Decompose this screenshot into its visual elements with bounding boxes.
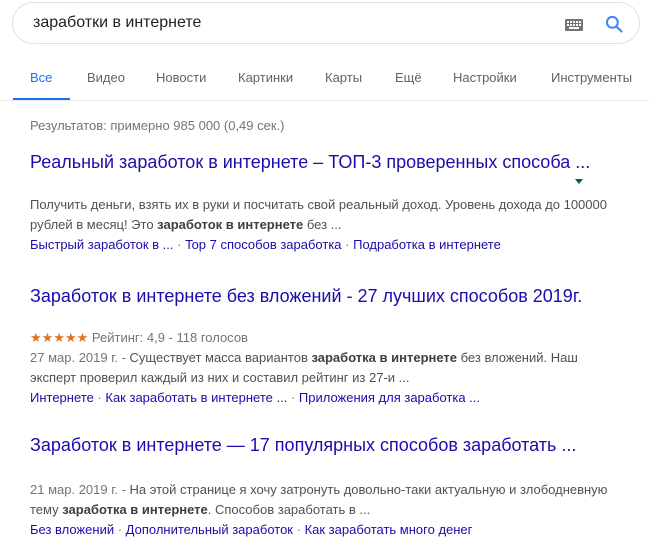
tab-tools[interactable]: Инструменты [551, 70, 632, 85]
dropdown-arrow-icon[interactable] [575, 179, 583, 184]
result-title-link[interactable]: Заработок в интернете — 17 популярных сп… [30, 433, 630, 457]
result-stats: Результатов: примерно 985 000 (0,49 сек.… [30, 118, 285, 133]
sitelinks: Быстрый заработок в ... · Top 7 способов… [30, 237, 501, 252]
result-snippet: 21 мар. 2019 г. - На этой странице я хоч… [30, 482, 608, 517]
sitelink[interactable]: Интернете [30, 390, 94, 405]
search-result: Заработок в интернете — 17 популярных сп… [30, 433, 630, 540]
sitelink[interactable]: Top 7 способов заработка [185, 237, 341, 252]
search-box[interactable]: заработки в интернете [12, 2, 640, 44]
sitelink[interactable]: Дополнительный заработок [126, 522, 293, 537]
rating-text: Рейтинг: 4,9 - 118 голосов [91, 330, 248, 345]
tab-all[interactable]: Все [30, 70, 52, 85]
result-title-link[interactable]: Реальный заработок в интернете – ТОП-3 п… [30, 150, 630, 174]
sitelink[interactable]: Подработка в интернете [353, 237, 501, 252]
sitelink[interactable]: Быстрый заработок в ... [30, 237, 174, 252]
keyboard-icon[interactable] [565, 19, 583, 31]
tab-settings[interactable]: Настройки [453, 70, 517, 85]
search-input[interactable]: заработки в интернете [33, 14, 201, 32]
result-snippet: 27 мар. 2019 г. - Существует масса вариа… [30, 350, 578, 385]
tab-maps[interactable]: Карты [325, 70, 362, 85]
result-title-link[interactable]: Заработок в интернете без вложений - 27 … [30, 284, 630, 308]
search-tabs: Все Видео Новости Картинки Карты Ещё Нас… [0, 64, 649, 101]
result-snippet: Получить деньги, взять их в руки и посчи… [30, 197, 607, 232]
sitelink[interactable]: Без вложений [30, 522, 114, 537]
sitelink[interactable]: Приложения для заработка ... [299, 390, 480, 405]
tab-more[interactable]: Ещё [395, 70, 422, 85]
tab-news[interactable]: Новости [156, 70, 206, 85]
sitelink[interactable]: Как заработать в интернете ... [105, 390, 287, 405]
rating-stars-icon: ★★★★★ [30, 330, 89, 345]
rating-row: ★★★★★ Рейтинг: 4,9 - 118 голосов [30, 328, 630, 348]
tab-video[interactable]: Видео [87, 70, 125, 85]
tab-images[interactable]: Картинки [238, 70, 293, 85]
search-result: Заработок в интернете без вложений - 27 … [30, 284, 630, 408]
sitelinks: Без вложений · Дополнительный заработок … [30, 522, 473, 537]
sitelinks: Интернете · Как заработать в интернете .… [30, 390, 481, 405]
search-icon[interactable] [604, 14, 624, 34]
sitelink[interactable]: Как заработать много денег [305, 522, 473, 537]
search-result: Реальный заработок в интернете – ТОП-3 п… [30, 150, 630, 255]
tabs-divider [0, 100, 649, 101]
